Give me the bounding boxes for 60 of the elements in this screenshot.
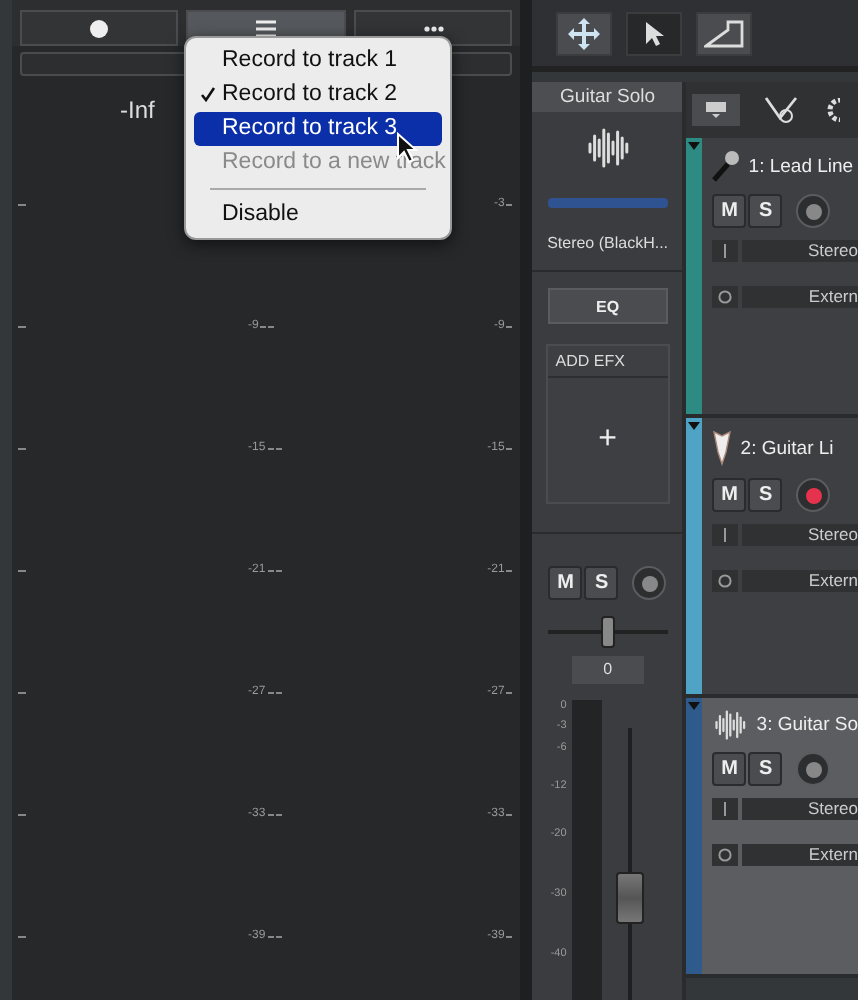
checkmark-icon [200, 86, 216, 102]
waveform-icon [712, 710, 749, 740]
collapse-icon[interactable] [688, 422, 701, 430]
channel-name: Guitar Solo [532, 82, 683, 112]
volume-fader[interactable] [616, 728, 645, 1000]
mute-button[interactable]: M [712, 194, 747, 228]
ramp-icon [704, 20, 745, 48]
monitor-icon [706, 102, 727, 118]
record-arm-button[interactable] [632, 566, 667, 600]
pan-slider[interactable] [547, 616, 668, 648]
waveform-icon [583, 128, 632, 168]
menu-item[interactable]: Disable [194, 198, 442, 232]
output-icon [718, 848, 733, 862]
mute-button[interactable]: M [548, 566, 583, 600]
track-name: 3: Guitar So [756, 714, 858, 736]
menu-item[interactable]: Record to track 3 [194, 112, 442, 146]
output-icon [718, 574, 733, 588]
channel-bar [547, 198, 668, 208]
input-field[interactable]: Stereo [742, 240, 858, 262]
track-row[interactable]: 2: Guitar Li M S Stereo Extern [686, 418, 858, 698]
add-effect-button[interactable]: + [547, 378, 668, 502]
input-field[interactable]: Stereo [742, 798, 858, 820]
menu-item[interactable]: Record to track 2 [194, 78, 442, 112]
menu-item[interactable]: Record to track 1 [194, 44, 442, 78]
move-icon [568, 18, 601, 50]
monitor-button[interactable] [692, 94, 741, 126]
more-icon [423, 25, 444, 31]
microphone-icon [712, 150, 741, 182]
tool-button[interactable] [626, 12, 683, 56]
solo-button[interactable]: S [748, 194, 783, 228]
add-efx-label[interactable]: ADD EFX [547, 346, 668, 378]
pointer-icon [644, 20, 665, 48]
tool-button[interactable] [556, 12, 613, 56]
solo-button[interactable]: S [584, 566, 619, 600]
track-row[interactable]: 3: Guitar So M S Stereo Extern [686, 698, 858, 978]
output-field[interactable]: Extern [742, 570, 858, 592]
input-field[interactable]: Stereo [742, 524, 858, 546]
track-name: 2: Guitar Li [740, 437, 834, 459]
pan-value: 0 [571, 656, 644, 684]
mute-button[interactable]: M [712, 752, 747, 786]
output-field[interactable]: Extern [742, 286, 858, 308]
record-arm-button[interactable] [796, 194, 831, 228]
output-label: Stereo (BlackH... [547, 234, 669, 252]
output-icon [718, 290, 733, 304]
peak-readout: -Inf [120, 96, 157, 124]
track-row[interactable]: 1: Lead Line M S Stereo Extern [686, 138, 858, 418]
routing-icon[interactable] [764, 96, 801, 124]
output-field[interactable]: Extern [742, 844, 858, 866]
guitar-icon [712, 430, 733, 466]
record-arm-button[interactable] [796, 752, 831, 786]
record-icon [90, 19, 109, 37]
record-arm-button[interactable] [796, 478, 831, 512]
tool-button[interactable] [696, 12, 753, 56]
mute-button[interactable]: M [712, 478, 747, 512]
track-name: 1: Lead Line [748, 155, 854, 177]
collapse-icon[interactable] [688, 142, 701, 150]
solo-button[interactable]: S [748, 478, 783, 512]
record-button[interactable] [20, 10, 179, 46]
eq-button[interactable]: EQ [547, 288, 668, 324]
solo-button[interactable]: S [748, 752, 783, 786]
